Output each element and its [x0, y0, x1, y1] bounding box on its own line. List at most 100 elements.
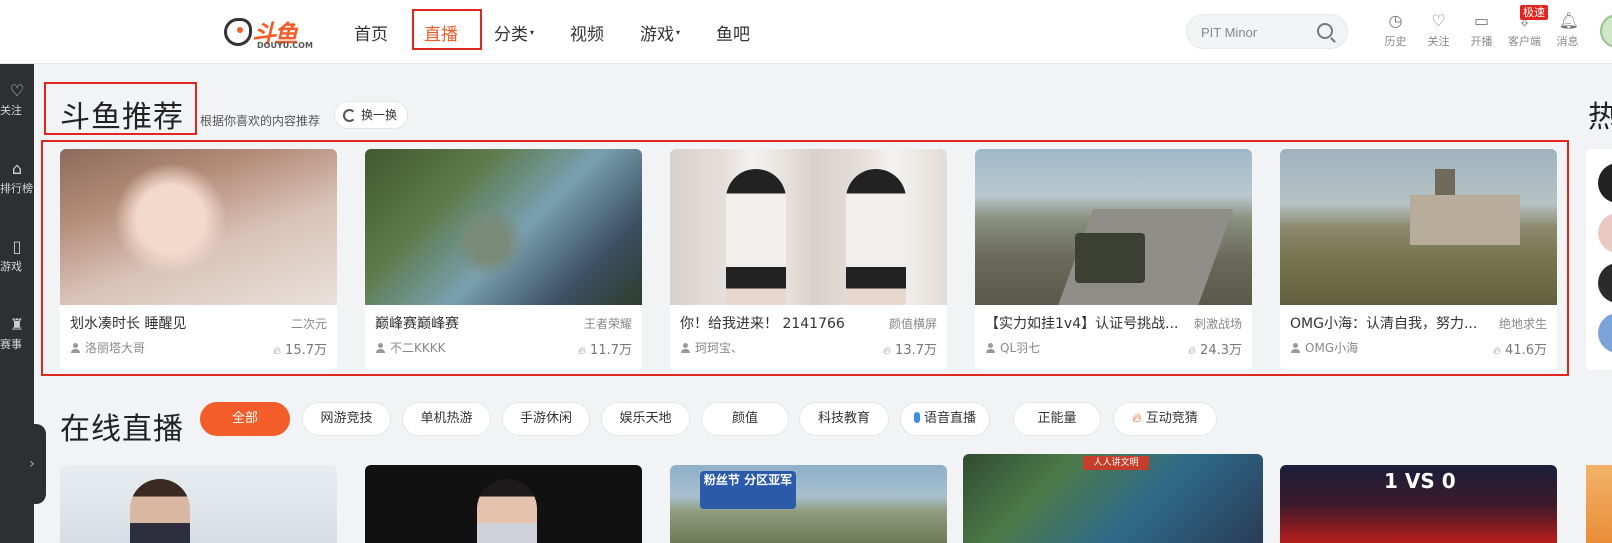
filter-all[interactable]: 全部	[200, 402, 290, 436]
card-category[interactable]: 二次元	[291, 315, 327, 333]
match-score: 1 VS 0	[1384, 469, 1456, 493]
event-banner: 人人讲文明	[1083, 456, 1149, 470]
user-avatar[interactable]	[1600, 14, 1612, 48]
stream-thumbnail	[60, 149, 337, 305]
streamer-figure	[726, 169, 786, 305]
card-category[interactable]: 王者荣耀	[584, 315, 632, 333]
streamer-figure	[477, 479, 537, 543]
fire-icon: 🔥︎	[272, 344, 282, 357]
live-title: 在线直播	[60, 412, 184, 447]
live-stream-thumbnail[interactable]	[365, 465, 642, 543]
recommend-subtitle: 根据你喜欢的内容推荐	[200, 114, 321, 128]
sidebar-item-follow[interactable]: ♡ 关注	[0, 82, 34, 118]
clock-icon: ◷	[1388, 11, 1403, 30]
refresh-icon	[343, 109, 356, 122]
speed-badge: 极速	[1520, 5, 1548, 20]
live-stream-thumbnail[interactable]	[1586, 465, 1612, 543]
fire-icon: 🔥︎	[1492, 344, 1502, 357]
card-category[interactable]: 绝地求生	[1499, 315, 1547, 333]
start-stream-button[interactable]: ▭ 开播	[1460, 12, 1503, 54]
recommend-card[interactable]: OMG小海：认清自我，努力... 绝地求生 OMG小海 🔥︎ 41.6万	[1280, 149, 1557, 370]
card-title: 划水凑时长 睡醒见	[70, 316, 187, 332]
filter-online-games[interactable]: 网游竞技	[302, 402, 391, 436]
nav-game[interactable]: 游戏 ▾	[640, 20, 680, 45]
streamer-figure	[846, 169, 906, 305]
recommend-card[interactable]: 【实力如挂1v4】认证号挑战... 刺激战场 QL羽七 🔥︎ 24.3万	[975, 149, 1252, 370]
fish-logo-icon	[224, 18, 252, 46]
card-streamer: 珂珂宝、	[680, 339, 743, 358]
search-box[interactable]	[1186, 14, 1348, 49]
refresh-button[interactable]: 换一换	[334, 101, 408, 129]
sidebar-item-game[interactable]: ▯ 游戏	[0, 238, 34, 274]
fire-icon: 🔥︎	[882, 344, 892, 357]
stream-thumbnail	[975, 149, 1252, 305]
sidebar-toggle[interactable]: ›	[18, 424, 46, 504]
sidebar-item-rank[interactable]: ⌂ 排行榜	[0, 160, 34, 196]
event-banner: 粉丝节 分区亚军	[700, 471, 796, 509]
filter-entertainment[interactable]: 娱乐天地	[601, 402, 690, 436]
fire-icon: 🔥︎	[1187, 344, 1197, 357]
mic-icon	[913, 412, 920, 423]
card-category[interactable]: 颜值横屏	[889, 315, 937, 333]
bell-icon: 🔔︎	[1558, 11, 1579, 30]
nav-yuba[interactable]: 鱼吧	[716, 20, 750, 45]
live-stream-thumbnail[interactable]: 1 VS 0	[1280, 465, 1557, 543]
card-heat: 🔥︎ 41.6万	[1492, 343, 1547, 358]
nav-category[interactable]: 分类 ▾	[494, 20, 534, 45]
card-streamer: 不二KKKK	[375, 339, 445, 358]
nav-home[interactable]: 首页	[354, 20, 388, 45]
card-category[interactable]: 刺激战场	[1194, 315, 1242, 333]
follow-button[interactable]: ♡ 关注	[1417, 12, 1460, 54]
sidebar-item-events[interactable]: ♜ 赛事	[0, 316, 34, 352]
top-nav-bar: 斗鱼 DOUYU.COM 首页 直播 分类▾ 视频 游戏▾ 鱼吧 ◷ 历史 ♡ …	[0, 0, 1612, 64]
filter-positive-energy[interactable]: 正能量	[1013, 402, 1101, 436]
live-stream-thumbnail[interactable]: 粉丝节 分区亚军	[670, 465, 947, 543]
filter-voice-live[interactable]: 语音直播	[900, 402, 990, 436]
card-heat: 🔥︎ 13.7万	[882, 343, 937, 358]
avatar[interactable]	[1598, 163, 1612, 203]
card-heat: 🔥︎ 11.7万	[577, 343, 632, 358]
filter-mobile-games[interactable]: 手游休闲	[502, 402, 590, 436]
card-title: 【实力如挂1v4】认证号挑战...	[985, 316, 1179, 332]
messages-button[interactable]: 🔔︎ 消息	[1546, 12, 1589, 54]
search-input[interactable]	[1201, 22, 1311, 42]
card-streamer: QL羽七	[985, 339, 1040, 358]
trophy-icon: ♜	[9, 315, 25, 334]
live-stream-thumbnail[interactable]: 人人讲文明	[963, 454, 1263, 543]
top-actions: ◷ 历史 ♡ 关注 ▭ 开播 ⇩ 客户端 🔔︎ 消息	[1374, 12, 1589, 54]
avatar[interactable]	[1598, 263, 1612, 303]
user-icon	[680, 343, 690, 353]
search-icon[interactable]	[1317, 23, 1333, 39]
rank-icon: ⌂	[11, 159, 23, 178]
hot-panel	[1586, 149, 1612, 370]
hot-title: 热	[1588, 100, 1612, 135]
camera-icon: ▭	[1473, 11, 1490, 30]
gamepad-icon: ▯	[12, 237, 22, 256]
filter-single-player[interactable]: 单机热游	[402, 402, 491, 436]
user-icon	[1290, 343, 1300, 353]
live-stream-thumbnail[interactable]	[60, 465, 337, 543]
jeep	[1075, 233, 1145, 283]
recommend-card[interactable]: 你！给我进来！ 2141766 颜值横屏 珂珂宝、 🔥︎ 13.7万	[670, 149, 947, 370]
filter-looks[interactable]: 颜值	[701, 402, 789, 436]
streamer-figure	[130, 479, 190, 543]
heart-icon: ♡	[9, 81, 25, 100]
card-heat: 🔥︎ 24.3万	[1187, 343, 1242, 358]
main-nav: 首页 直播 分类 ▾ 视频 游戏 ▾ 鱼吧	[354, 0, 786, 64]
recommend-title: 斗鱼推荐	[60, 100, 184, 135]
card-heat: 🔥︎ 15.7万	[272, 343, 327, 358]
douyu-logo[interactable]: 斗鱼 DOUYU.COM	[224, 14, 313, 50]
recommend-card[interactable]: 划水凑时长 睡醒见 二次元 洛丽塔大哥 🔥︎ 15.7万	[60, 149, 337, 370]
avatar[interactable]	[1598, 313, 1612, 353]
filter-tech-edu[interactable]: 科技教育	[799, 402, 889, 436]
logo-subtext: DOUYU.COM	[257, 41, 313, 50]
house	[1410, 195, 1520, 245]
card-title: 你！给我进来！ 2141766	[680, 316, 845, 332]
avatar[interactable]	[1598, 213, 1612, 253]
filter-interactive-quiz[interactable]: 🔥︎ 互动竞猜	[1113, 402, 1217, 436]
nav-live[interactable]: 直播	[424, 20, 458, 45]
user-icon	[70, 343, 80, 353]
history-button[interactable]: ◷ 历史	[1374, 12, 1417, 54]
recommend-card[interactable]: 巅峰赛巅峰赛 王者荣耀 不二KKKK 🔥︎ 11.7万	[365, 149, 642, 370]
nav-video[interactable]: 视频	[570, 20, 604, 45]
